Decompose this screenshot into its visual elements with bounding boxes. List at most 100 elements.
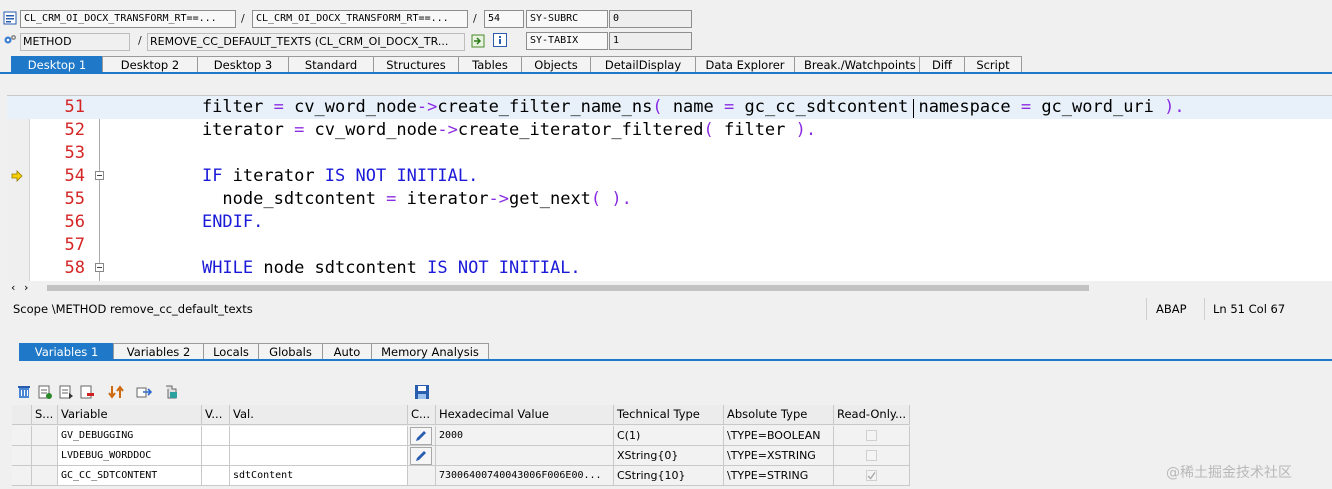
operator-token: ). xyxy=(611,189,632,209)
code-token: node sdtcontent xyxy=(253,258,428,278)
tab-desktop-6[interactable]: Tables xyxy=(458,56,522,73)
code-text[interactable]: filter = cv_word_node->create_filter_nam… xyxy=(161,96,1185,119)
grid-header-2[interactable]: Variable xyxy=(58,405,202,425)
row-selector[interactable] xyxy=(12,426,32,446)
scroll-thumb[interactable] xyxy=(47,285,1089,291)
view-cell[interactable] xyxy=(202,466,230,486)
grid-header-8[interactable]: Absolute Type xyxy=(724,405,834,425)
tab-desktop-8[interactable]: DetailDisplay xyxy=(590,56,696,73)
scope-label: Scope \METHOD remove_cc_default_texts xyxy=(13,302,253,316)
tab-variables-5[interactable]: Auto xyxy=(322,343,372,360)
fold-toggle-icon[interactable] xyxy=(95,263,104,272)
line-number-field[interactable]: 54 xyxy=(484,10,524,28)
export-icon[interactable] xyxy=(136,384,152,400)
info-icon[interactable] xyxy=(493,33,507,47)
program-icon xyxy=(3,11,17,25)
view-cell[interactable] xyxy=(202,426,230,446)
event-type-field: METHOD xyxy=(20,33,130,51)
variable-name-cell[interactable]: GC_CC_SDTCONTENT xyxy=(58,466,202,486)
grid-header-9[interactable]: Read-Only... xyxy=(834,405,910,425)
value-cell[interactable] xyxy=(230,446,408,466)
save-icon[interactable] xyxy=(414,384,430,400)
change-cell[interactable] xyxy=(408,446,436,466)
tab-desktop-7[interactable]: Objects xyxy=(521,56,591,73)
code-line[interactable]: 55 node_sdtcontent = iterator->get_next(… xyxy=(7,188,1332,211)
grid-header-5[interactable]: C... xyxy=(408,405,436,425)
code-token: iterator xyxy=(161,120,295,140)
grid-header-4[interactable]: Val. xyxy=(230,405,408,425)
operator-token: = xyxy=(273,97,284,117)
code-text[interactable]: IF iterator IS NOT INITIAL. xyxy=(161,165,478,188)
editor-top-border xyxy=(7,95,1332,96)
tab-desktop-5[interactable]: Structures xyxy=(373,56,459,73)
change-cell[interactable] xyxy=(408,466,436,486)
tab-desktop-10[interactable]: Break./Watchpoints xyxy=(794,56,920,73)
sy-subrc-value[interactable]: 0 xyxy=(609,10,692,28)
code-line[interactable]: 57 xyxy=(7,234,1332,257)
include-field[interactable]: CL_CRM_OI_DOCX_TRANSFORM_RT==... xyxy=(252,10,468,28)
row-selector[interactable] xyxy=(12,466,32,486)
operator-token: = xyxy=(724,97,735,117)
code-text[interactable]: ENDIF. xyxy=(161,211,263,234)
code-line[interactable]: 56 ENDIF. xyxy=(7,211,1332,234)
operator-token: ( xyxy=(590,189,602,209)
source-code-editor[interactable]: 51 filter = cv_word_node->create_filter_… xyxy=(7,96,1332,281)
status-cell xyxy=(32,426,58,446)
operator-token: = xyxy=(294,120,305,140)
scroll-left-icon[interactable]: ‹ xyxy=(11,281,15,295)
edit-pencil-button[interactable] xyxy=(410,427,432,445)
tab-desktop-1[interactable]: Desktop 1 xyxy=(11,56,103,73)
code-line[interactable]: 54 IF iterator IS NOT INITIAL. xyxy=(7,165,1332,188)
tab-desktop-3[interactable]: Desktop 3 xyxy=(197,56,289,73)
horizontal-scrollbar[interactable]: ‹ › xyxy=(7,281,1332,295)
display-icon[interactable] xyxy=(471,34,485,48)
tab-desktop-12[interactable]: Script xyxy=(964,56,1022,73)
variable-name-cell[interactable]: GV_DEBUGGING xyxy=(58,426,202,446)
change-cell[interactable] xyxy=(408,426,436,446)
delete-row-icon[interactable] xyxy=(79,384,95,400)
value-cell[interactable] xyxy=(230,426,408,446)
operator-token: -> xyxy=(416,97,438,117)
insert-field-icon[interactable] xyxy=(58,384,74,400)
tab-variables-2[interactable]: Variables 2 xyxy=(113,343,204,360)
grid-header-7[interactable]: Technical Type xyxy=(614,405,724,425)
code-text[interactable]: iterator = cv_word_node->create_iterator… xyxy=(161,119,816,142)
tab-variables-3[interactable]: Locals xyxy=(203,343,259,360)
read-only-checkbox xyxy=(866,470,877,481)
delete-icon[interactable] xyxy=(16,384,32,400)
tab-desktop-4[interactable]: Standard xyxy=(288,56,374,73)
tab-variables-6[interactable]: Memory Analysis xyxy=(371,343,489,360)
variables-tab-strip: Variables 1 Variables 2 Locals Globals Auto M… xyxy=(19,343,489,360)
code-line[interactable]: 58 WHILE node sdtcontent IS NOT INITIAL. xyxy=(7,257,1332,280)
sy-tabix-value[interactable]: 1 xyxy=(609,32,692,50)
grid-header-6[interactable]: Hexadecimal Value xyxy=(436,405,614,425)
grid-header-3[interactable]: V... xyxy=(202,405,230,425)
code-text[interactable]: node_sdtcontent = iterator->get_next( ). xyxy=(161,188,632,211)
tab-variables-1[interactable]: Variables 1 xyxy=(19,343,114,360)
grid-header-1[interactable]: S... xyxy=(32,405,58,425)
row-selector[interactable] xyxy=(12,446,32,466)
main-program-field[interactable]: CL_CRM_OI_DOCX_TRANSFORM_RT==... xyxy=(20,10,236,28)
tab-desktop-11[interactable]: Diff xyxy=(919,56,965,73)
tab-desktop-2[interactable]: Desktop 2 xyxy=(102,56,198,73)
hex-value-cell: 73006400740043006F006E00... xyxy=(436,466,614,486)
code-text[interactable]: WHILE node sdtcontent IS NOT INITIAL. xyxy=(161,257,581,280)
code-line[interactable]: 51 filter = cv_word_node->create_filter_… xyxy=(7,96,1332,119)
edit-pencil-button[interactable] xyxy=(410,447,432,465)
code-line[interactable]: 52 iterator = cv_word_node->create_itera… xyxy=(7,119,1332,142)
view-cell[interactable] xyxy=(202,446,230,466)
scroll-right-icon[interactable]: › xyxy=(24,281,28,295)
insert-row-icon[interactable] xyxy=(37,384,53,400)
tab-variables-4[interactable]: Globals xyxy=(258,343,323,360)
variable-name-cell[interactable]: LVDEBUG_WORDDOC xyxy=(58,446,202,466)
line-number: 54 xyxy=(64,166,85,186)
code-line[interactable]: 53 xyxy=(7,142,1332,165)
layout-icon[interactable] xyxy=(164,384,180,400)
sort-icon[interactable] xyxy=(108,384,124,400)
fold-toggle-icon[interactable] xyxy=(95,171,104,180)
value-cell[interactable]: sdtContent xyxy=(230,466,408,486)
method-gear-icon xyxy=(4,35,16,44)
technical-type-cell: C(1) xyxy=(614,426,724,446)
tab-desktop-9[interactable]: Data Explorer xyxy=(695,56,795,73)
